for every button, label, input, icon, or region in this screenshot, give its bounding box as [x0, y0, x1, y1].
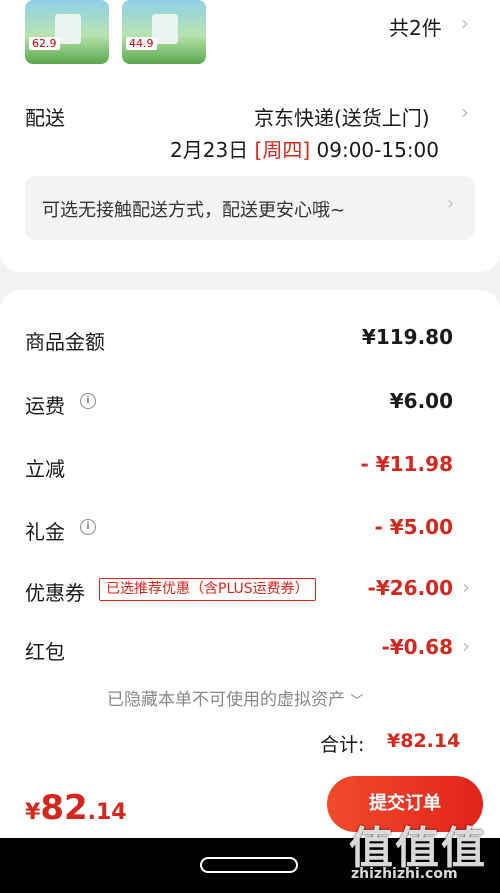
coupon-value[interactable]: -¥26.00 — [368, 576, 453, 600]
pay-currency: ¥ — [25, 800, 41, 825]
delivery-label: 配送 — [25, 106, 65, 130]
notice-text: 可选无接触配送方式，配送更安心哦~ — [42, 200, 346, 221]
red-packet-value[interactable]: -¥0.68 — [381, 635, 453, 659]
delivery-method[interactable]: 京东快递(送货上门) — [254, 102, 430, 131]
delivery-time-range: 09:00-15:00 — [316, 138, 440, 162]
chevron-right-icon: › — [447, 193, 455, 214]
product-price-tag: 44.9 — [126, 37, 157, 50]
home-gesture-pill[interactable] — [200, 857, 298, 873]
coupon-label: 优惠券 — [25, 581, 85, 605]
shipping-value: ¥6.00 — [389, 389, 453, 413]
total-value: ¥82.14 — [387, 730, 461, 752]
goods-amount-label: 商品金额 — [25, 330, 105, 354]
red-packet-label: 红包 — [25, 640, 65, 664]
pay-decimal: .14 — [87, 800, 127, 825]
hidden-assets-toggle[interactable]: 已隐藏本单不可使用的虚拟资产 ﹀ — [107, 685, 363, 710]
product-price-tag: 62.9 — [29, 37, 60, 50]
chevron-down-icon: ﹀ — [350, 694, 364, 709]
watermark-url: zhizhizhi.com — [351, 866, 458, 882]
delivery-time[interactable]: 2月23日 [周四] 09:00-15:00 — [170, 134, 439, 163]
delivery-card: 62.9 44.9 共2件 › 配送 京东快递(送货上门) › 2月23日 [周… — [0, 0, 500, 272]
coupon-recommend-tag[interactable]: 已选推荐优惠（含PLUS运费券） — [99, 578, 316, 601]
product-thumbnail[interactable]: 44.9 — [122, 0, 206, 64]
shipping-label: 运费 — [25, 394, 65, 418]
instant-discount-value: - ¥11.98 — [360, 452, 453, 476]
chevron-right-icon[interactable]: › — [461, 11, 469, 35]
total-label: 合计: — [320, 734, 365, 756]
chevron-right-icon[interactable]: › — [462, 634, 470, 658]
delivery-weekday: [周四] — [254, 138, 311, 162]
contactless-delivery-notice[interactable]: 可选无接触配送方式，配送更安心哦~ › — [25, 176, 475, 240]
instant-discount-label: 立减 — [25, 457, 65, 481]
gift-card-value: - ¥5.00 — [374, 515, 453, 539]
goods-amount-value: ¥119.80 — [361, 325, 453, 349]
items-count[interactable]: 共2件 — [389, 12, 442, 41]
pay-integer: 82 — [40, 788, 88, 828]
hidden-assets-text: 已隐藏本单不可使用的虚拟资产 — [107, 690, 345, 710]
delivery-date: 2月23日 — [170, 138, 249, 162]
product-thumbnail[interactable]: 62.9 — [25, 0, 109, 64]
gift-card-label: 礼金 — [25, 520, 65, 544]
chevron-right-icon[interactable]: › — [461, 100, 469, 124]
pay-amount: ¥82.14 — [25, 788, 127, 828]
chevron-right-icon[interactable]: › — [462, 575, 470, 599]
info-icon[interactable]: i — [80, 519, 96, 535]
info-icon[interactable]: i — [80, 393, 96, 409]
